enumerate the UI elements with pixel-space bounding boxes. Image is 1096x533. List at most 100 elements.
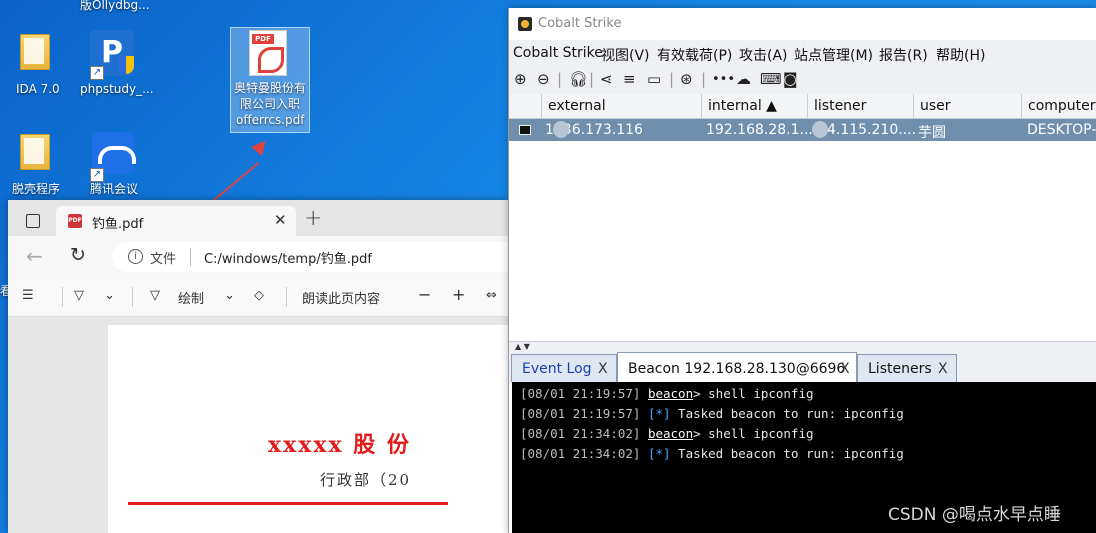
watermark: CSDN @喝点水早点睡 bbox=[888, 505, 1061, 525]
cs-titlebar[interactable]: Cobalt Strike bbox=[509, 8, 1096, 40]
tab-label: Event Log bbox=[522, 361, 592, 377]
pdf-file-label-2: 限公司入职 bbox=[240, 97, 301, 111]
web-drive-by-icon[interactable]: ⊛ bbox=[680, 71, 693, 88]
pdf-file-label-3: offerrcs.pdf bbox=[236, 113, 305, 127]
close-tab-icon[interactable]: ✕ bbox=[274, 211, 287, 229]
pivot-graph-icon[interactable]: ⋖ bbox=[600, 71, 613, 88]
desktop-label-ollydbg[interactable]: 版Ollydbg... bbox=[80, 0, 150, 13]
desktop-icon-ida[interactable]: IDA 7.0 bbox=[10, 30, 65, 100]
zoom-out-button[interactable]: − bbox=[418, 285, 431, 304]
cs-toolbar: ⊕ ⊖ | 🎧︎ | ⋖ ≡ ▭ | ⊛ | ••• ☁ ⌨ ◙ bbox=[509, 66, 1096, 95]
pdf-viewport[interactable]: xxxxx 股 份 行政部（20 bbox=[8, 317, 510, 533]
console-marker: [*] bbox=[647, 406, 671, 421]
col-internal-label: internal ▲ bbox=[708, 98, 777, 114]
menu-attacks[interactable]: 攻击(A) bbox=[739, 45, 788, 65]
menu-reporting[interactable]: 报告(R) bbox=[879, 45, 928, 65]
tab-pdf[interactable]: PDF 钓鱼.pdf ✕ bbox=[56, 206, 296, 236]
col-external[interactable]: external bbox=[542, 94, 702, 119]
toolbar-divider bbox=[62, 287, 63, 307]
keystrokes-icon[interactable]: ⌨ bbox=[760, 71, 782, 88]
cell-internal: 192.168.28.1... bbox=[706, 122, 813, 138]
col-computer[interactable]: computer bbox=[1022, 94, 1096, 119]
address-bar[interactable]: i 文件 C:/windows/temp/钓鱼.pdf bbox=[112, 242, 510, 272]
edge-nav-bar: ← ↻ i 文件 C:/windows/temp/钓鱼.pdf bbox=[8, 236, 510, 278]
col-internal[interactable]: internal ▲ bbox=[702, 94, 808, 119]
table-row[interactable]: 1 .36.173.116 192.168.28.1... 4.115.210.… bbox=[509, 119, 1096, 141]
edge-pdf-window: PDF 钓鱼.pdf ✕ + ← ↻ i 文件 C:/windows/temp/… bbox=[8, 200, 510, 533]
redaction-mark bbox=[553, 121, 569, 138]
fit-page-icon[interactable]: ⇔ bbox=[486, 288, 497, 303]
close-tab-icon[interactable]: X bbox=[938, 361, 948, 377]
target-list-icon[interactable]: ▭ bbox=[647, 71, 661, 88]
desktop-icon-label: 腾讯会议 bbox=[90, 182, 139, 196]
tab-beacon[interactable]: Beacon 192.168.28.130@6696 X bbox=[617, 352, 857, 383]
cell-user: 芋圆 bbox=[918, 125, 946, 141]
chevron-down-icon[interactable]: ⌄ bbox=[224, 288, 235, 303]
contents-icon[interactable]: ☰ bbox=[22, 288, 34, 303]
menu-help[interactable]: 帮助(H) bbox=[936, 45, 985, 65]
eraser-icon[interactable]: ◇ bbox=[254, 288, 264, 303]
highlight-icon[interactable]: ▽ bbox=[74, 288, 84, 303]
info-icon[interactable]: i bbox=[128, 249, 143, 264]
console-line: [08/01 21:34:02] beacon> shell ipconfig bbox=[520, 426, 814, 441]
back-arrow-icon[interactable]: ← bbox=[26, 244, 43, 268]
desktop-icon-label: 脱壳程序 bbox=[12, 182, 61, 196]
menu-cobalt-strike[interactable]: Cobalt Strike bbox=[513, 45, 603, 61]
chevron-down-icon[interactable]: ⌄ bbox=[104, 288, 115, 303]
camera-icon[interactable]: ◙ bbox=[783, 71, 798, 88]
shield-icon bbox=[118, 56, 134, 74]
console-text: > shell ipconfig bbox=[693, 426, 814, 441]
close-tab-icon[interactable]: X bbox=[598, 361, 608, 377]
shortcut-arrow-icon: ↗ bbox=[90, 66, 104, 80]
pdf-doc-rule bbox=[128, 502, 448, 505]
close-tab-icon[interactable]: X bbox=[840, 361, 850, 377]
cobalt-strike-logo-icon bbox=[518, 17, 532, 31]
col-user[interactable]: user bbox=[914, 94, 1022, 119]
download-cloud-icon[interactable]: ☁ bbox=[736, 71, 751, 88]
desktop-icon-phpstudy[interactable]: P ↗ phpstudy_... bbox=[80, 30, 154, 100]
new-tab-icon[interactable]: + bbox=[304, 206, 322, 231]
read-aloud-button[interactable]: 朗读此页内容 bbox=[302, 288, 380, 307]
draw-icon[interactable]: ▽ bbox=[150, 288, 160, 303]
session-list-icon[interactable]: ≡ bbox=[623, 71, 636, 88]
console-prompt: beacon bbox=[647, 386, 694, 401]
edge-tab-strip: PDF 钓鱼.pdf ✕ + bbox=[8, 200, 510, 236]
headphones-icon[interactable]: 🎧︎ bbox=[569, 71, 588, 88]
desktop-icon-tencent-meeting[interactable]: ↗ 腾讯会议 bbox=[80, 132, 150, 198]
desktop-icon-label: IDA 7.0 bbox=[16, 82, 60, 96]
address-divider bbox=[190, 248, 191, 266]
tab-title: 钓鱼.pdf bbox=[92, 217, 144, 232]
menu-view[interactable]: 视图(V) bbox=[601, 45, 650, 65]
pdf-toolbar: ☰ ▽ ⌄ ▽ 绘制 ⌄ ◇ 朗读此页内容 − + ⇔ bbox=[8, 278, 510, 317]
tab-label: Listeners bbox=[868, 361, 932, 377]
console-timestamp: [08/01 21:34:02] bbox=[520, 426, 641, 441]
draw-button[interactable]: 绘制 bbox=[178, 288, 204, 307]
menu-payloads[interactable]: 有效载荷(P) bbox=[657, 45, 732, 65]
zoom-in-button[interactable]: + bbox=[452, 285, 465, 304]
console-timestamp: [08/01 21:34:02] bbox=[520, 446, 641, 461]
add-icon[interactable]: ⊕ bbox=[514, 71, 527, 88]
console-line: [08/01 21:19:57] beacon> shell ipconfig bbox=[520, 386, 814, 401]
tab-event-log[interactable]: Event Log X bbox=[511, 354, 617, 382]
credentials-icon[interactable]: ••• bbox=[712, 71, 735, 88]
shortcut-arrow-icon: ↗ bbox=[90, 168, 104, 182]
pdf-file-icon: PDF bbox=[250, 31, 286, 75]
console-timestamp: [08/01 21:19:57] bbox=[520, 386, 641, 401]
tab-listeners[interactable]: Listeners X bbox=[857, 354, 957, 382]
pdf-doc-subtitle: 行政部（20 bbox=[320, 471, 412, 489]
col-listener[interactable]: listener bbox=[808, 94, 914, 119]
console-line: [08/01 21:19:57] [*] Tasked beacon to ru… bbox=[520, 406, 904, 421]
cobalt-strike-window: Cobalt Strike Cobalt Strike 视图(V) 有效载荷(P… bbox=[509, 8, 1096, 533]
toolbar-divider bbox=[286, 287, 287, 307]
toolbar-divider bbox=[132, 287, 133, 307]
address-url[interactable]: C:/windows/temp/钓鱼.pdf bbox=[204, 248, 372, 267]
desktop-icon-unpack[interactable]: 脱壳程序 bbox=[10, 134, 70, 200]
remove-icon[interactable]: ⊖ bbox=[537, 71, 550, 88]
menu-site-management[interactable]: 站点管理(M) bbox=[794, 45, 873, 65]
annotation-arrow-head bbox=[251, 136, 271, 156]
tab-actions-icon[interactable] bbox=[26, 214, 40, 228]
folder-icon bbox=[20, 134, 50, 170]
redaction-mark bbox=[812, 121, 828, 138]
console-prompt: beacon bbox=[647, 426, 694, 441]
reload-icon[interactable]: ↻ bbox=[70, 244, 86, 266]
